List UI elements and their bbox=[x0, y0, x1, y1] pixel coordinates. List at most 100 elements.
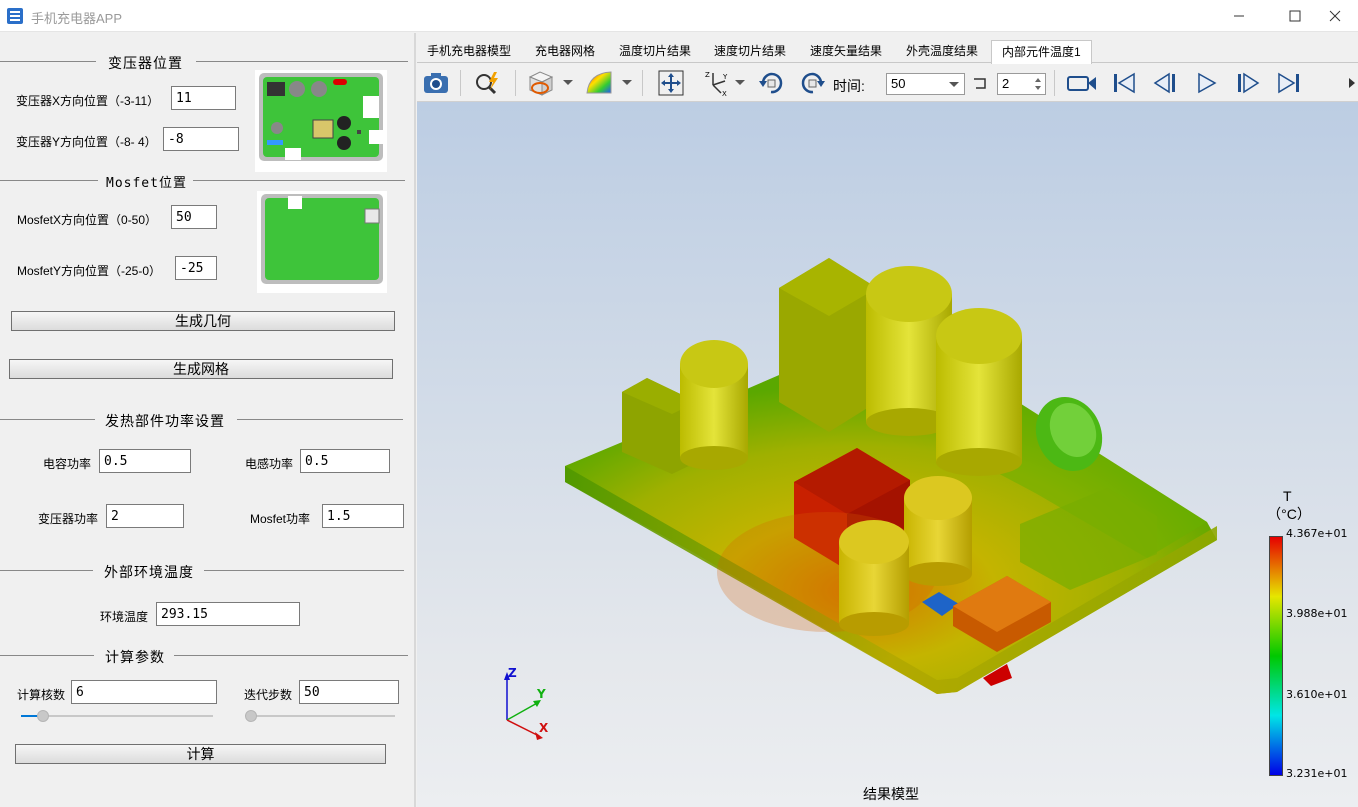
power-group-title: 发热部件功率设置 bbox=[0, 411, 408, 429]
capacitor-power-input[interactable] bbox=[99, 449, 191, 473]
transformer-x-input[interactable] bbox=[171, 86, 236, 110]
camera-icon bbox=[424, 73, 448, 93]
app-icon bbox=[7, 8, 23, 24]
mosfet-power-input[interactable] bbox=[322, 504, 404, 528]
steps-input[interactable] bbox=[299, 680, 399, 704]
toolbar-overflow-icon[interactable] bbox=[1349, 78, 1355, 88]
tab-charger-mesh[interactable]: 充电器网格 bbox=[525, 40, 605, 63]
skip-first-icon bbox=[1114, 72, 1135, 94]
tab-shell-temperature[interactable]: 外壳温度结果 bbox=[896, 40, 988, 63]
steps-slider-handle[interactable] bbox=[245, 710, 257, 722]
step-spinbox[interactable]: 2 bbox=[997, 73, 1046, 95]
clip-dropdown-arrow[interactable] bbox=[563, 80, 573, 85]
magnifier-lightning-icon bbox=[476, 72, 498, 95]
color-map-icon bbox=[586, 71, 612, 94]
legend-label-3: 3.610e+01 bbox=[1286, 688, 1348, 701]
record-video-button[interactable] bbox=[1067, 68, 1097, 98]
screenshot-button[interactable] bbox=[421, 68, 451, 98]
fit-view-icon bbox=[658, 70, 684, 96]
svg-text:Z: Z bbox=[705, 71, 710, 79]
step-icon bbox=[974, 78, 986, 89]
transformer-power-input[interactable] bbox=[106, 504, 184, 528]
ambient-temp-input[interactable] bbox=[156, 602, 300, 626]
clip-box-icon bbox=[528, 71, 554, 96]
minimize-icon bbox=[1234, 15, 1244, 17]
inductor-power-label: 电感功率 bbox=[245, 457, 294, 471]
result-3d-viewport[interactable]: Z Y X T （°C） 4.367e+01 3.988e+01 3.610e+… bbox=[417, 102, 1358, 807]
viewer-toolbar: Z Y X 时间: 50 2 bbox=[417, 64, 1358, 102]
cores-label: 计算核数 bbox=[17, 688, 66, 702]
time-select[interactable]: 50 bbox=[886, 73, 965, 95]
axis-triad: Z Y X bbox=[504, 666, 549, 740]
axis-x-label: X bbox=[539, 721, 549, 735]
close-button[interactable] bbox=[1312, 0, 1358, 32]
capacitor-power-label: 电容功率 bbox=[43, 457, 92, 471]
previous-frame-button[interactable] bbox=[1150, 68, 1180, 98]
last-frame-button[interactable] bbox=[1274, 68, 1304, 98]
spin-arrows-icon[interactable] bbox=[1034, 77, 1042, 91]
generate-mesh-button[interactable]: 生成网格 bbox=[9, 359, 393, 379]
parameter-panel: 变压器位置 变压器X方向位置（-3-11） 变压器Y方向位置（-8- 4） Mo… bbox=[0, 33, 415, 807]
mosfet-x-label: MosfetX方向位置（0-50） bbox=[17, 213, 158, 227]
next-frame-button[interactable] bbox=[1233, 68, 1263, 98]
legend-label-2: 3.988e+01 bbox=[1286, 607, 1348, 620]
rotate-right-icon bbox=[801, 72, 825, 94]
transformer-position-thumbnail bbox=[255, 70, 387, 172]
ambient-group-title: 外部环境温度 bbox=[0, 562, 408, 580]
fit-view-button[interactable] bbox=[656, 68, 686, 98]
mosfet-group-title: Mosfet位置 bbox=[0, 172, 408, 191]
title-bar: 手机充电器APP bbox=[0, 0, 1358, 32]
rotate-ccw-button[interactable] bbox=[756, 68, 786, 98]
mosfet-power-label: Mosfet功率 bbox=[250, 512, 311, 526]
pcb-temperature-model bbox=[565, 258, 1217, 694]
window-title: 手机充电器APP bbox=[31, 11, 123, 26]
inductor-power-input[interactable] bbox=[300, 449, 390, 473]
svg-text:X: X bbox=[722, 90, 727, 97]
tab-internal-temperature[interactable]: 内部元件温度1 bbox=[991, 40, 1092, 64]
tab-charger-model[interactable]: 手机充电器模型 bbox=[417, 40, 521, 63]
mosfet-position-thumbnail bbox=[257, 191, 387, 293]
skip-last-icon bbox=[1278, 72, 1299, 94]
tab-velocity-vector[interactable]: 速度矢量结果 bbox=[800, 40, 892, 63]
step-forward-icon bbox=[1238, 72, 1260, 94]
transformer-x-label: 变压器X方向位置（-3-11） bbox=[16, 94, 160, 108]
color-map-button[interactable] bbox=[584, 68, 614, 98]
calc-group-title: 计算参数 bbox=[0, 647, 408, 665]
transformer-y-input[interactable] bbox=[163, 127, 239, 151]
rotate-cw-button[interactable] bbox=[798, 68, 828, 98]
generate-geometry-button[interactable]: 生成几何 bbox=[11, 311, 395, 331]
play-button[interactable] bbox=[1192, 68, 1222, 98]
close-icon bbox=[1329, 10, 1341, 22]
axis-view-button[interactable]: Z Y X bbox=[701, 68, 731, 98]
first-frame-button[interactable] bbox=[1109, 68, 1139, 98]
compute-button[interactable]: 计算 bbox=[15, 744, 386, 764]
color-map-dropdown-arrow[interactable] bbox=[622, 80, 632, 85]
steps-label: 迭代步数 bbox=[244, 688, 293, 702]
svg-text:Y: Y bbox=[722, 73, 728, 81]
panel-splitter[interactable] bbox=[414, 33, 416, 807]
play-icon bbox=[1198, 72, 1217, 94]
transformer-power-label: 变压器功率 bbox=[38, 512, 99, 526]
video-camera-icon bbox=[1067, 76, 1096, 91]
axis-view-dropdown-arrow[interactable] bbox=[735, 80, 745, 85]
cores-input[interactable] bbox=[71, 680, 217, 704]
color-legend-bar bbox=[1269, 536, 1283, 776]
result-tabs: 手机充电器模型 充电器网格 温度切片结果 速度切片结果 速度矢量结果 外壳温度结… bbox=[417, 40, 1358, 64]
probe-button[interactable] bbox=[473, 68, 503, 98]
minimize-button[interactable] bbox=[1216, 0, 1262, 32]
clip-view-button[interactable] bbox=[526, 68, 556, 98]
time-label: 时间: bbox=[833, 78, 865, 94]
tab-temperature-slice[interactable]: 温度切片结果 bbox=[609, 40, 701, 63]
axis-z-label: Z bbox=[508, 666, 517, 680]
ambient-temp-label: 环境温度 bbox=[100, 610, 149, 624]
mosfet-y-input[interactable] bbox=[175, 256, 217, 280]
transformer-y-label: 变压器Y方向位置（-8- 4） bbox=[16, 135, 157, 149]
cores-slider-handle[interactable] bbox=[37, 710, 49, 722]
step-back-icon bbox=[1153, 72, 1175, 94]
maximize-icon bbox=[1289, 10, 1301, 22]
tab-velocity-slice[interactable]: 速度切片结果 bbox=[704, 40, 796, 63]
mosfet-x-input[interactable] bbox=[171, 205, 217, 229]
legend-label-min: 3.231e+01 bbox=[1286, 767, 1348, 780]
legend-title-t: T bbox=[1283, 488, 1292, 504]
viewport-caption: 结果模型 bbox=[863, 786, 919, 802]
